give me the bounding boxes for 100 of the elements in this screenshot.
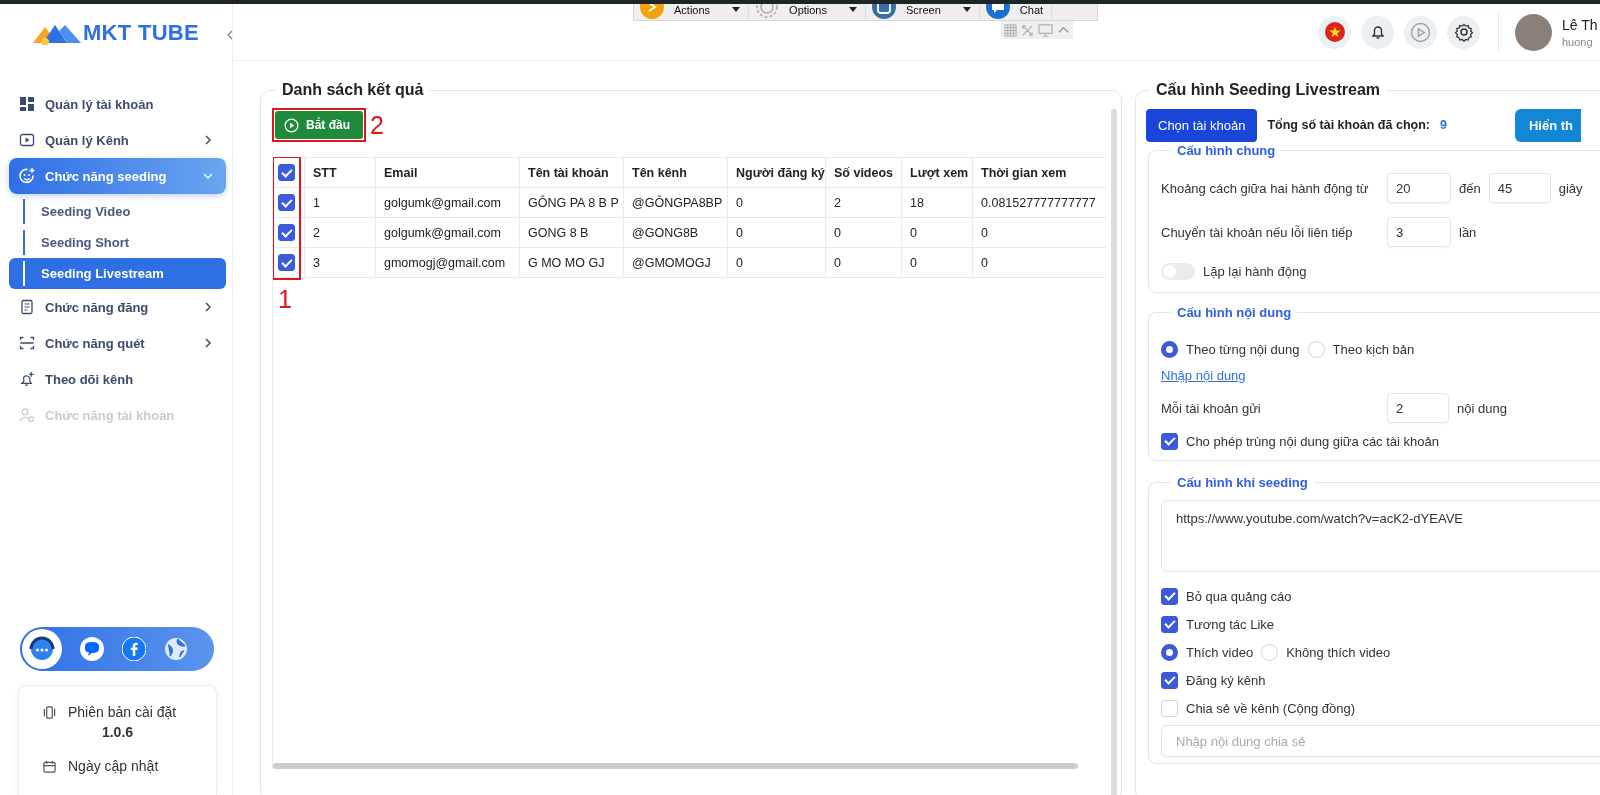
submenu-label: Seeding Short	[41, 235, 130, 250]
play-icon[interactable]	[1404, 15, 1437, 49]
menu-item[interactable]: Chức năng quét	[9, 325, 226, 361]
column-header: Tên tài khoản	[519, 157, 624, 188]
option-label: Tương tác Like	[1186, 616, 1275, 632]
settings-icon[interactable]	[1447, 15, 1480, 49]
unit-label: đến	[1459, 180, 1481, 196]
field-label: Chuyển tài khoản nếu lỗi liên tiếp	[1161, 224, 1354, 240]
panel-title: Cấu hình Seeding Livestream	[1155, 81, 1382, 99]
menu-icon	[18, 335, 36, 351]
link[interactable]: Nhập nội dung	[1161, 367, 1246, 383]
option-label: Đăng ký kênh	[1186, 672, 1266, 688]
checkbox[interactable]	[278, 194, 295, 211]
menu-label: Chức năng đăng	[45, 299, 150, 315]
table-cell: @GONG8B	[623, 217, 728, 248]
radio-button[interactable]	[1161, 340, 1178, 358]
toggle-label: Lặp lại hành động	[1203, 263, 1307, 279]
menu-item[interactable]: Theo dõi kênh	[9, 361, 226, 397]
column-header: Số videos	[825, 157, 902, 188]
checkbox[interactable]	[278, 254, 295, 271]
chevron-right-icon	[202, 301, 214, 313]
number-field[interactable]: 45	[1488, 173, 1551, 203]
scrollbar[interactable]	[273, 763, 1078, 769]
unit-label: lần	[1459, 224, 1477, 240]
checkbox[interactable]	[278, 164, 295, 181]
menu-item[interactable]: Quản lý Kênh	[9, 122, 226, 158]
radio-button[interactable]	[1161, 643, 1178, 661]
menu-icon	[18, 299, 36, 315]
table-cell: golgumk@gmail.com	[375, 187, 520, 218]
table-cell: 3	[304, 247, 376, 278]
update-date-label: Ngày cập nhật	[68, 758, 159, 774]
checkbox[interactable]	[1161, 615, 1178, 633]
column-header: Lượt xem	[901, 157, 973, 188]
table-cell: 1	[304, 187, 376, 218]
table-cell: 0	[727, 187, 826, 218]
menu-icon	[18, 132, 36, 148]
logo-text: MKT TUBE	[82, 19, 200, 46]
table-cell: @GÔNGPA8BP	[623, 187, 728, 218]
table-cell: gmomogj@gmail.com	[375, 247, 520, 278]
table-cell: 18	[901, 187, 973, 218]
table-cell: 0	[727, 217, 826, 248]
menu-item[interactable]: Chức năng đăng	[9, 289, 226, 325]
section-title: Cấu hình nội dung	[1176, 305, 1293, 320]
toolbar-item[interactable]: Screen	[866, 4, 980, 20]
number-field[interactable]: 2	[1387, 393, 1449, 423]
submenu-item[interactable]: Seeding Livestream	[9, 258, 226, 289]
table-cell: 0	[901, 247, 973, 278]
unit-label: nội dung	[1457, 400, 1507, 416]
checkbox[interactable]	[1161, 432, 1178, 450]
flag-icon[interactable]	[1318, 15, 1351, 49]
checkbox[interactable]	[278, 224, 295, 241]
toolbar-item[interactable]: Actions	[634, 4, 750, 20]
option-label: Theo kịch bản	[1332, 341, 1415, 357]
toolbar-item[interactable]: Options	[749, 4, 866, 20]
avatar[interactable]	[1515, 13, 1552, 51]
toolbar-item[interactable]: Chat	[979, 4, 1053, 20]
table-cell: 2	[825, 187, 902, 218]
globe-icon[interactable]	[164, 637, 188, 661]
option-label: Bỏ qua quảng cáo	[1186, 588, 1292, 604]
url-textarea[interactable]: https://www.youtube.com/watch?v=acK2-dYEAVE	[1161, 500, 1600, 572]
unit-label: giây	[1558, 180, 1583, 196]
column-header: Tên kênh	[623, 157, 728, 188]
menu-label: Theo dõi kênh	[45, 371, 135, 387]
menu-icon	[18, 370, 36, 388]
total-label: Tổng số tài khoản đã chọn:	[1267, 118, 1430, 132]
submenu-label: Seeding Video	[41, 204, 131, 219]
annotation-number: 2	[370, 112, 384, 138]
scrollbar[interactable]	[1111, 109, 1117, 795]
chevron-right-icon	[202, 337, 214, 349]
menu-icon	[18, 406, 36, 424]
version-label: Phiên bản cài đặt	[68, 704, 177, 720]
table-cell: @GMOMOGJ	[623, 247, 728, 278]
option-label: Cho phép trùng nội dung giữa các tài khoản	[1186, 433, 1439, 449]
caret-icon	[962, 7, 971, 12]
menu-item[interactable]: Quản lý tài khoản	[9, 86, 226, 122]
checkbox[interactable]	[1161, 587, 1178, 605]
start-button[interactable]: Bắt đầu	[275, 111, 363, 139]
version-number: 1.0.6	[101, 724, 134, 740]
table-cell: GÔNG PA 8 B P	[519, 187, 624, 218]
number-field[interactable]: 20	[1387, 173, 1451, 203]
menu-label: Chức năng seeding	[45, 168, 168, 184]
column-header: Email	[375, 157, 520, 188]
number-field[interactable]: 3	[1387, 217, 1451, 247]
facebook-icon[interactable]	[122, 637, 146, 661]
choose-account-button[interactable]: Chọn tài khoản	[1146, 108, 1258, 142]
column-header: STT	[304, 157, 376, 188]
user-email: huong	[1562, 35, 1594, 48]
notification-icon[interactable]	[1361, 15, 1394, 49]
submenu-label: Seeding Livestream	[41, 266, 164, 281]
show-button[interactable]: Hiển th	[1514, 108, 1581, 142]
chevron-right-icon	[202, 134, 214, 146]
submenu-item[interactable]: Seeding Short	[9, 227, 226, 258]
submenu-item[interactable]: Seeding Video	[9, 196, 226, 227]
support-icon[interactable]	[22, 629, 62, 669]
annotation-number: 1	[278, 287, 292, 312]
chat-bubble-icon[interactable]	[80, 637, 104, 661]
checkbox[interactable]	[1161, 671, 1178, 689]
menu-label: Chức năng tài khoản	[45, 407, 176, 423]
menu-item[interactable]: Chức năng seeding	[9, 158, 226, 194]
share-content-field[interactable]: Nhập nội dung chia sẻ	[1161, 725, 1600, 757]
